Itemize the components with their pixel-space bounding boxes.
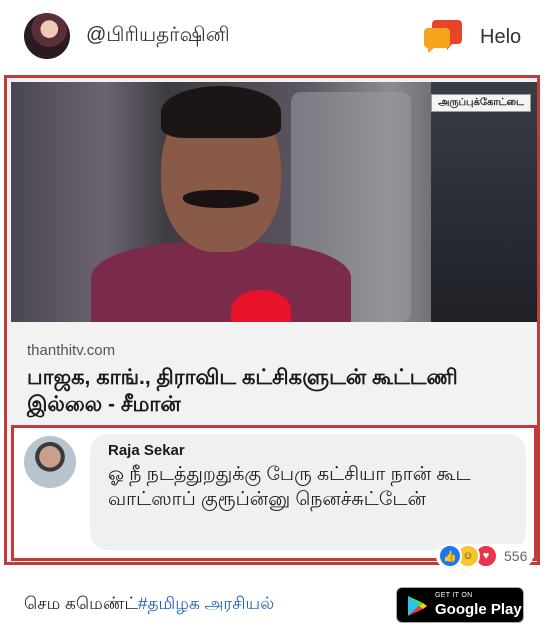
reaction-summary: 👍 ☺ ♥ 556 bbox=[436, 544, 534, 568]
helo-label[interactable]: Helo bbox=[480, 26, 521, 49]
news-card: அருப்புக்கோட்டை thanthitv.com பாஜக, காங்… bbox=[4, 75, 540, 568]
news-source: thanthitv.com bbox=[27, 342, 116, 359]
photo-location-tag: அருப்புக்கோட்டை bbox=[431, 94, 531, 112]
caption-hashtag[interactable]: #தமிழக அரசியல் bbox=[138, 594, 274, 613]
user-avatar[interactable] bbox=[24, 13, 70, 59]
news-headline: பாஜக, காங்., திராவிட கட்சிகளுடன் கூட்டணி… bbox=[27, 366, 458, 416]
username[interactable]: @பிரியதர்ஷினி bbox=[86, 24, 230, 49]
commenter-avatar bbox=[24, 436, 76, 488]
post-header: @பிரியதர்ஷினி Helo bbox=[0, 0, 548, 74]
caption-text: செம கமெண்ட் bbox=[24, 594, 138, 613]
post-caption: செம கமெண்ட்#தமிழக அரசியல் bbox=[24, 594, 274, 616]
google-play-badge[interactable]: GET IT ON Google Play bbox=[396, 587, 524, 623]
badge-google-play: Google Play bbox=[435, 601, 522, 618]
helo-chat-bubble-icon[interactable] bbox=[424, 18, 462, 54]
news-photo: அருப்புக்கோட்டை bbox=[11, 82, 537, 322]
like-icon: 👍 bbox=[438, 544, 462, 568]
reaction-count: 556 bbox=[504, 548, 528, 564]
badge-get-it-on: GET IT ON bbox=[435, 592, 473, 599]
microphone-icon bbox=[231, 290, 291, 322]
comment-text: ஓ நீ நடத்துறதுக்கு பேரு கட்சியா நான் கூட… bbox=[108, 464, 471, 510]
commenter-name: Raja Sekar bbox=[108, 442, 185, 459]
comment-card: Raja Sekar ஓ நீ நடத்துறதுக்கு பேரு கட்சி… bbox=[11, 425, 537, 568]
google-play-icon bbox=[408, 596, 427, 616]
